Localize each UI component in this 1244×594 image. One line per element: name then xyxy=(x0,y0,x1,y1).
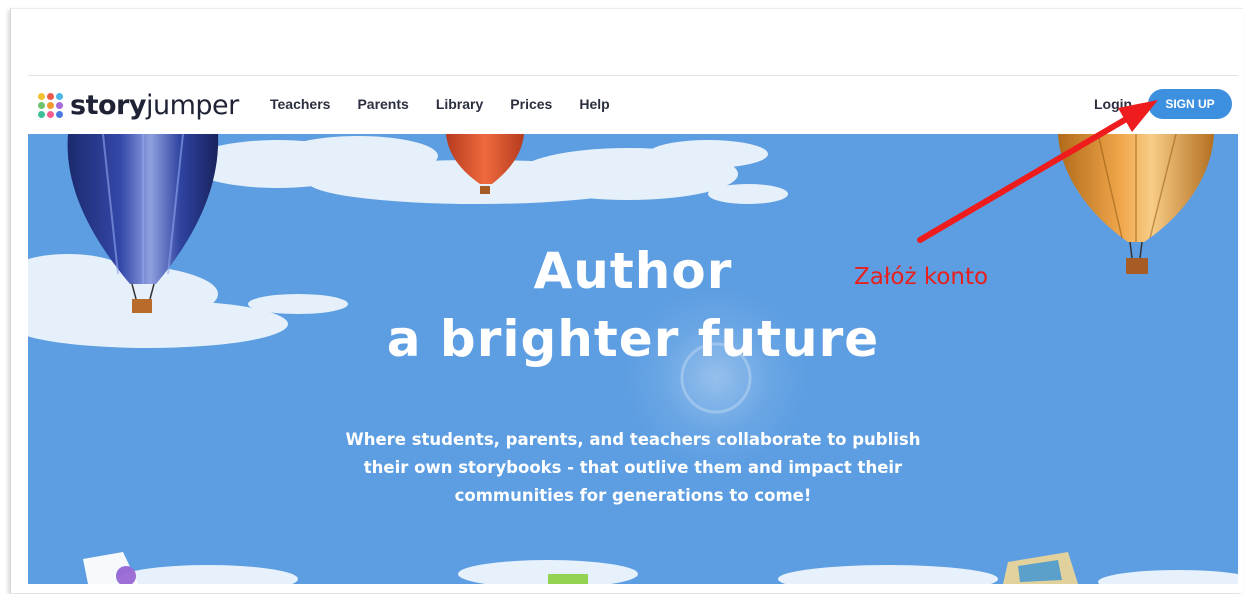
storyjumper-page: storyjumper Teachers Parents Library Pri… xyxy=(28,75,1238,584)
hero-tagline: Where students, parents, and teachers co… xyxy=(28,426,1238,510)
login-link[interactable]: Login xyxy=(1094,96,1132,112)
logo-text-light: jumper xyxy=(145,89,239,121)
nav-teachers[interactable]: Teachers xyxy=(270,96,330,112)
logo-dot xyxy=(56,110,63,118)
logo-dot xyxy=(47,92,54,100)
nav-help[interactable]: Help xyxy=(579,96,609,112)
logo-dot xyxy=(56,92,63,100)
logo-dot xyxy=(47,110,54,118)
nav-parents[interactable]: Parents xyxy=(357,96,408,112)
tagline-line: communities for generations to come! xyxy=(454,486,812,505)
logo-dot xyxy=(56,101,63,109)
logo-text-bold: story xyxy=(70,89,146,121)
logo-dot xyxy=(47,101,54,109)
tagline-line: their own storybooks - that outlive them… xyxy=(363,458,903,477)
logo-dots-icon xyxy=(38,92,63,118)
storyjumper-logo[interactable]: storyjumper xyxy=(38,90,239,121)
nav-links: Teachers Parents Library Prices Help xyxy=(270,96,637,112)
nav-library[interactable]: Library xyxy=(436,96,483,112)
hero-headline-line2: a brighter future xyxy=(386,310,880,368)
logo-wordmark: storyjumper xyxy=(70,90,239,121)
hero-section: Author a brighter future Where students,… xyxy=(28,134,1238,584)
logo-dot xyxy=(38,101,45,109)
tagline-line: Where students, parents, and teachers co… xyxy=(345,430,921,449)
top-navbar: storyjumper Teachers Parents Library Pri… xyxy=(28,76,1238,134)
logo-dot xyxy=(38,92,45,100)
logo-dot xyxy=(38,110,45,118)
hero-headline-line1: Author xyxy=(533,242,733,300)
annotation-label: Załóż konto xyxy=(854,264,989,290)
signup-button[interactable]: SIGN UP xyxy=(1148,89,1232,119)
nav-prices[interactable]: Prices xyxy=(510,96,552,112)
